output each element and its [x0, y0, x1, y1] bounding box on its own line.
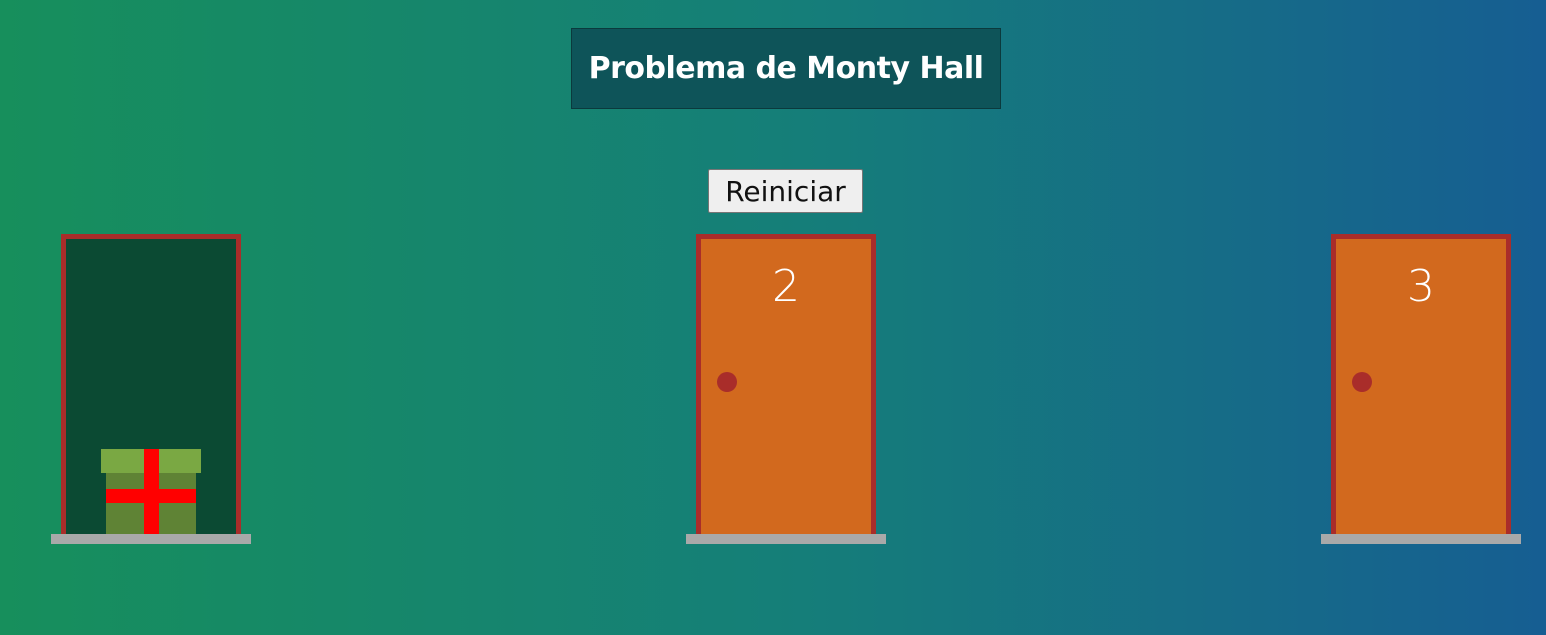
page-title: Problema de Monty Hall	[571, 28, 1001, 109]
door-1-open[interactable]	[61, 234, 241, 534]
door-3-knob-icon	[1352, 372, 1372, 392]
door-2-knob-icon	[717, 372, 737, 392]
reset-button[interactable]: Reiniciar	[708, 169, 863, 213]
door-3-number: 3	[1407, 261, 1435, 312]
door-1-threshold	[51, 534, 251, 544]
door-3-threshold	[1321, 534, 1521, 544]
gift-ribbon-vertical	[144, 449, 159, 534]
door-2[interactable]: 2	[696, 234, 876, 534]
door-3[interactable]: 3	[1331, 234, 1511, 534]
door-2-number: 2	[772, 261, 800, 312]
door-2-threshold	[686, 534, 886, 544]
gift-icon	[101, 449, 201, 534]
